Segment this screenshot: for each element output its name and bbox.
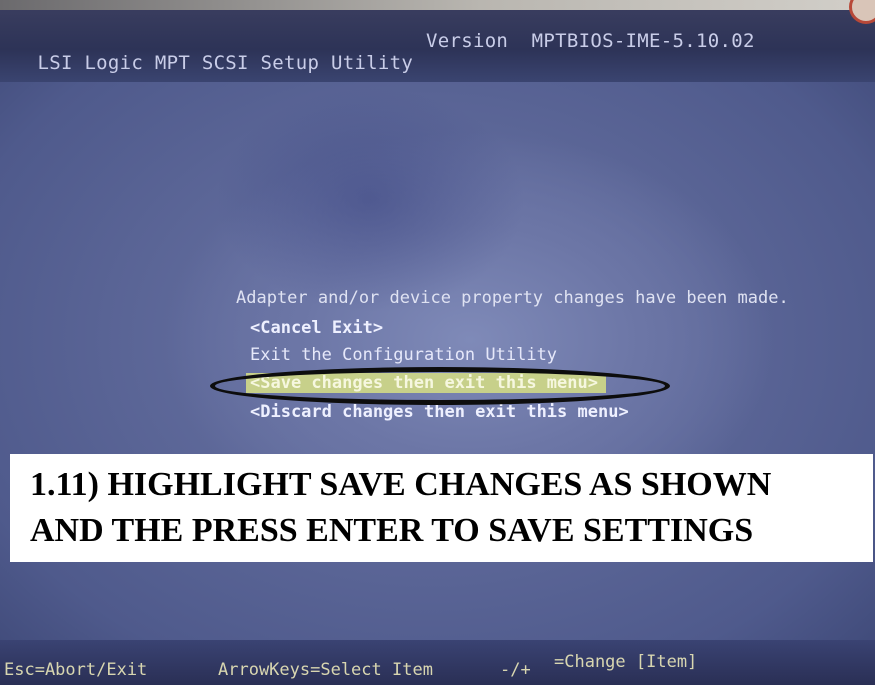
bios-screen: [0, 0, 875, 685]
change-item-hint: =Change [Item]: [554, 652, 698, 672]
esc-hint: Esc=Abort/Exit: [4, 660, 148, 680]
utility-title: LSI Logic MPT SCSI Setup Utility Version…: [14, 30, 754, 96]
utility-version: Version MPTBIOS-IME-5.10.02: [426, 30, 755, 52]
changes-message: Adapter and/or device property changes h…: [236, 288, 789, 308]
instruction-line-1: 1.11) HIGHLIGHT SAVE CHANGES AS SHOWN: [30, 466, 772, 503]
instruction-line-2: AND THE PRESS ENTER TO SAVE SETTINGS: [30, 512, 754, 549]
status-bar: Esc=Abort/Exit ArrowKeys=Select Item -/+…: [0, 652, 875, 685]
arrowkeys-hint: ArrowKeys=Select Item: [218, 660, 433, 680]
instruction-annotation: 1.11) HIGHLIGHT SAVE CHANGES AS SHOWN AN…: [10, 454, 873, 562]
highlight-ring: [210, 367, 670, 405]
exit-utility-label: Exit the Configuration Utility: [250, 345, 558, 365]
change-keys-hint: -/+: [500, 660, 531, 680]
discard-changes-option[interactable]: <Discard changes then exit this menu>: [250, 402, 629, 422]
monitor-bezel: [0, 0, 875, 10]
cancel-exit-option[interactable]: <Cancel Exit>: [250, 318, 383, 338]
utility-name: LSI Logic MPT SCSI Setup Utility: [37, 52, 414, 74]
